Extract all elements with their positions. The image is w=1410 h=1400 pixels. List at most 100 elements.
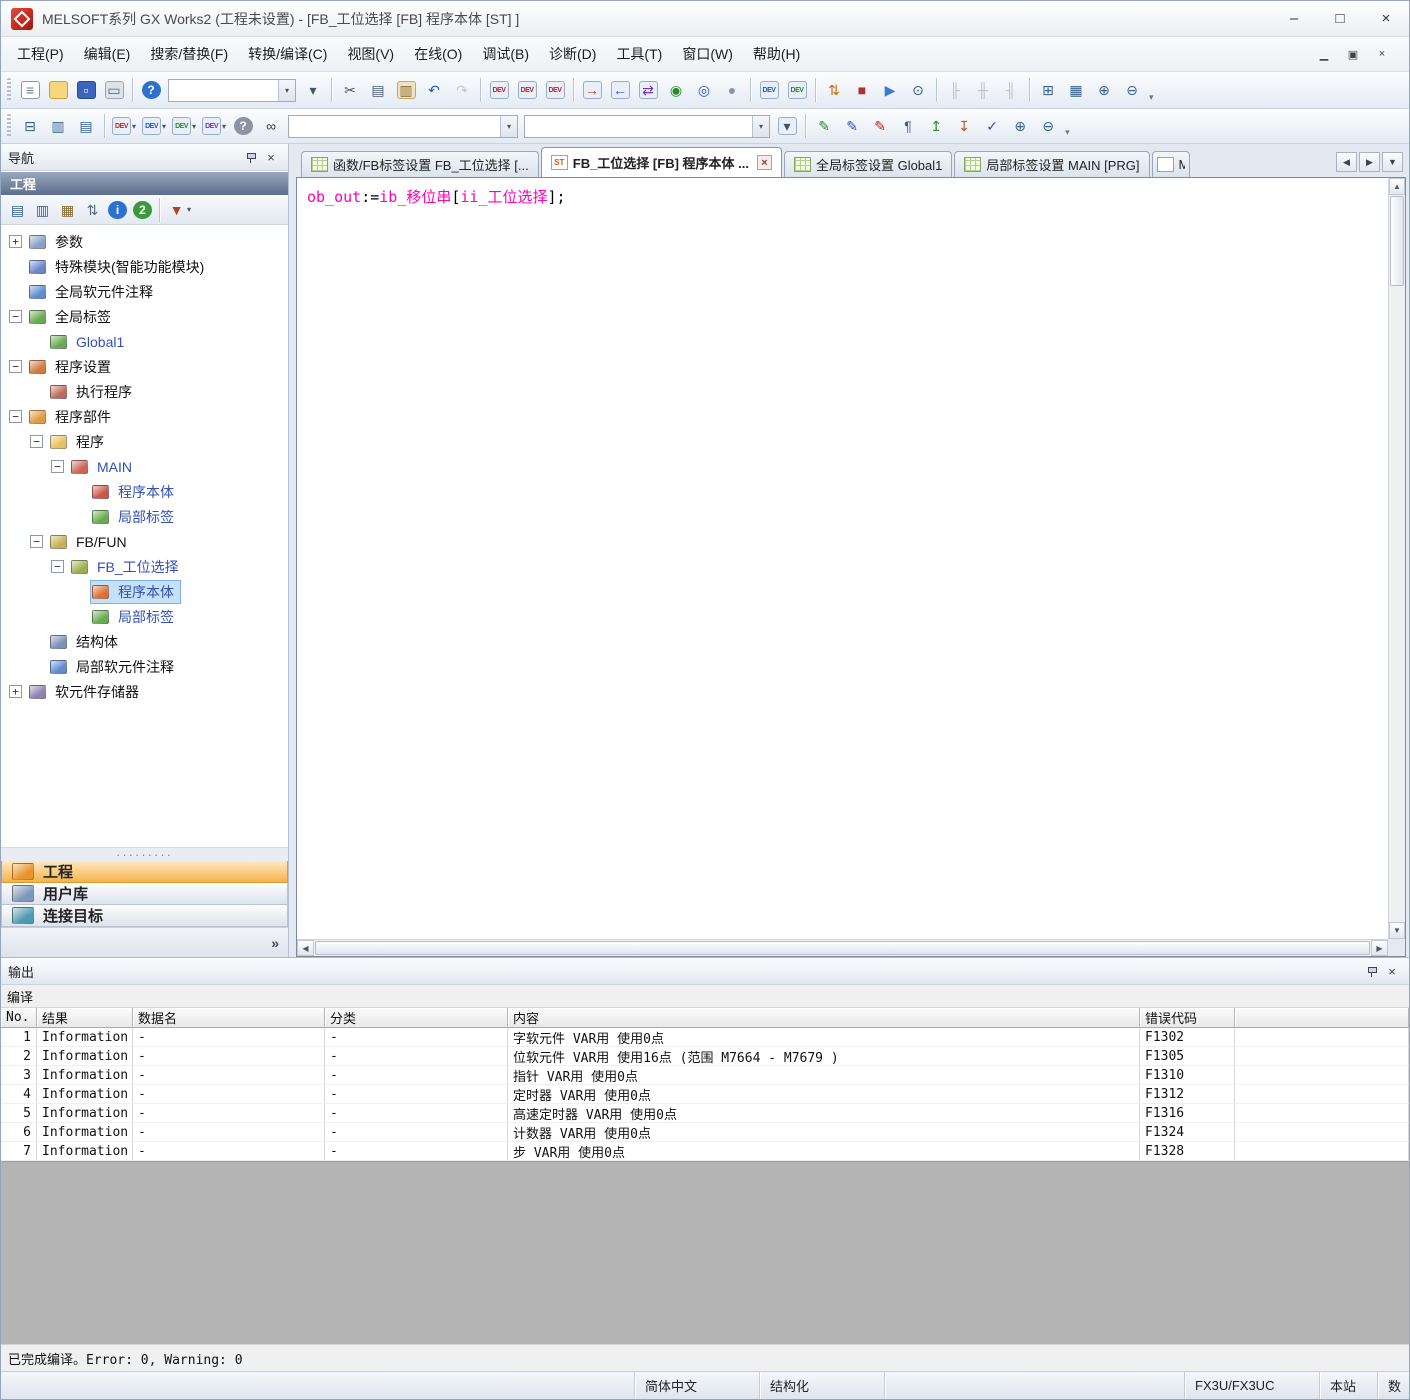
output-row[interactable]: 6Information--计数器 VAR用 使用0点F1324 — [1, 1123, 1409, 1142]
tree-item-main[interactable]: −MAIN — [1, 454, 288, 479]
tab-local-label-setting-main[interactable]: 局部标签设置 MAIN [PRG] — [954, 151, 1149, 177]
tab-list-icon[interactable]: ▼ — [1382, 152, 1403, 172]
scroll-left-icon[interactable]: ◀ — [297, 940, 314, 956]
monitor-mode-icon[interactable]: ◉ — [663, 77, 689, 103]
filter-icon[interactable]: ▼▾ — [165, 198, 193, 221]
tree-item-fb-station-select[interactable]: −FB_工位选择 — [1, 554, 288, 579]
st-editor[interactable]: ob_out:=ib_移位串[ii_工位选择]; ▲ ▼ ◀ ▶ — [296, 177, 1406, 957]
vertical-scrollbar[interactable]: ▲ ▼ — [1388, 178, 1405, 939]
list-display-icon[interactable]: ▦ — [1063, 77, 1089, 103]
find-target-combo[interactable]: ▾ — [288, 115, 518, 138]
column-header[interactable]: 错误代码 — [1140, 1008, 1235, 1028]
menu-item[interactable]: 帮助(H) — [743, 37, 810, 71]
tree-expand-icon[interactable]: − — [9, 360, 22, 373]
statement-edit-icon[interactable]: ✎ — [839, 113, 865, 139]
column-header[interactable]: 分类 — [325, 1008, 508, 1028]
tree-item-fb-local-label[interactable]: 局部标签 — [1, 604, 288, 629]
tree-item-main-program-body[interactable]: 程序本体 — [1, 479, 288, 504]
stop-monitoring-icon[interactable]: ■ — [849, 77, 875, 103]
output-close-icon[interactable]: × — [1382, 962, 1402, 980]
toolbar-overflow-icon[interactable]: ▾ — [1065, 127, 1070, 141]
column-header[interactable]: No. — [1, 1008, 37, 1028]
standard-toolbar-combo[interactable]: ▾ — [168, 79, 296, 102]
tree-item-global-device-comment[interactable]: 全局软元件注释 — [1, 279, 288, 304]
menu-item[interactable]: 编辑(E) — [74, 37, 141, 71]
comment-edit-icon[interactable]: ✎ — [811, 113, 837, 139]
horizontal-scroll-thumb[interactable] — [315, 941, 1370, 955]
project-revision-icon[interactable]: 2 — [131, 198, 154, 221]
tree-item-device-memory[interactable]: +软元件存储器 — [1, 679, 288, 704]
output-row[interactable]: 7Information--步 VAR用 使用0点F1328 — [1, 1142, 1409, 1161]
output-window-icon[interactable]: ▤ — [73, 113, 99, 139]
tree-expand-icon[interactable]: − — [51, 560, 64, 573]
screen-zoom-out-icon[interactable]: ⊖ — [1035, 113, 1061, 139]
output-row[interactable]: 4Information--定时器 VAR用 使用0点F1312 — [1, 1085, 1409, 1104]
watch-window-icon[interactable]: ⊙ — [905, 77, 931, 103]
column-header[interactable] — [1235, 1008, 1409, 1028]
navigation-window-icon[interactable]: ⊟ — [17, 113, 43, 139]
close-button[interactable]: × — [1363, 1, 1409, 36]
import-icon[interactable]: ↥ — [923, 113, 949, 139]
find-icon[interactable]: ∞ — [258, 113, 284, 139]
menu-item[interactable]: 工程(P) — [7, 37, 74, 71]
start-monitoring-icon[interactable]: ⇅ — [821, 77, 847, 103]
scroll-right-icon[interactable]: ▶ — [1371, 940, 1388, 956]
menu-item[interactable]: 诊断(D) — [539, 37, 606, 71]
tree-item-fb-program-body[interactable]: 程序本体 — [1, 579, 288, 604]
display-comment-icon[interactable]: ¶ — [895, 113, 921, 139]
new-data-icon[interactable]: ▤ — [6, 198, 29, 221]
find-keyword-combo[interactable]: ▾ — [524, 115, 770, 138]
tree-item-local-device-comment[interactable]: 局部软元件注释 — [1, 654, 288, 679]
new-project-icon[interactable]: ≡ — [17, 77, 43, 103]
horizontal-scrollbar[interactable]: ◀ ▶ — [297, 939, 1388, 956]
mdi-restore-button[interactable]: ▣ — [1340, 44, 1366, 65]
device-comment-read-icon[interactable]: DEV — [514, 77, 540, 103]
tree-item-program[interactable]: −程序 — [1, 429, 288, 454]
connection-destination-button[interactable]: 连接目标 — [1, 905, 288, 927]
toolbar-grip[interactable] — [7, 114, 11, 138]
toolbar-grip[interactable] — [7, 78, 11, 102]
tree-expand-icon[interactable]: − — [9, 310, 22, 323]
display-header-icon[interactable]: ⊞ — [1035, 77, 1061, 103]
zoom-out-icon[interactable]: ⊖ — [1119, 77, 1145, 103]
tree-expand-icon[interactable]: − — [30, 535, 43, 548]
tree-item-structured-data-types[interactable]: 结构体 — [1, 629, 288, 654]
device-use-list-icon[interactable]: DEV▾ — [110, 113, 138, 139]
copy-icon[interactable]: ▤ — [365, 77, 391, 103]
combo-dropdown-icon[interactable]: ▾ — [278, 80, 295, 101]
tree-item-main-local-label[interactable]: 局部标签 — [1, 504, 288, 529]
note-edit-icon[interactable]: ✎ — [867, 113, 893, 139]
vertical-splitter[interactable] — [289, 144, 296, 957]
tree-item-execution-program[interactable]: 执行程序 — [1, 379, 288, 404]
help-icon[interactable]: ? — [138, 77, 164, 103]
pause-monitoring-icon[interactable]: ▶ — [877, 77, 903, 103]
tree-item-pou[interactable]: −程序部件 — [1, 404, 288, 429]
browse-icon[interactable]: ▾ — [774, 113, 800, 139]
zoom-in-icon[interactable]: ⊕ — [1091, 77, 1117, 103]
cut-icon[interactable]: ✂ — [337, 77, 363, 103]
navigation-close-icon[interactable]: × — [261, 148, 281, 166]
property-icon[interactable]: i — [106, 198, 129, 221]
scroll-up-icon[interactable]: ▲ — [1389, 178, 1405, 195]
read-mode-icon[interactable]: ● — [719, 77, 745, 103]
tab-fb-program-body[interactable]: STFB_工位选择 [FB] 程序本体 ...× — [541, 147, 782, 177]
maximize-button[interactable]: □ — [1317, 1, 1363, 36]
mdi-minimize-button[interactable]: ▁ — [1311, 44, 1337, 65]
navigation-resize-grip[interactable]: ········· — [1, 848, 288, 861]
paste-icon[interactable]: ▥ — [393, 77, 419, 103]
combo-option-icon[interactable]: ▾ — [300, 77, 326, 103]
vertical-scroll-track[interactable] — [1389, 287, 1405, 922]
project-button[interactable]: 工程 — [1, 861, 288, 883]
combo-dropdown-icon[interactable]: ▾ — [752, 116, 769, 137]
tree-item-intelligent-function-module[interactable]: 特殊模块(智能功能模块) — [1, 254, 288, 279]
mdi-close-button[interactable]: × — [1369, 44, 1395, 65]
tab-scroll-left-icon[interactable]: ◀ — [1336, 152, 1357, 172]
tree-expand-icon[interactable]: + — [9, 235, 22, 248]
element-selection-window-icon[interactable]: ▥ — [45, 113, 71, 139]
tab-clipped[interactable]: M — [1152, 151, 1190, 177]
scroll-down-icon[interactable]: ▼ — [1389, 922, 1405, 939]
check-program-icon[interactable]: ✓ — [979, 113, 1005, 139]
minimize-button[interactable]: – — [1271, 1, 1317, 36]
vertical-scroll-thumb[interactable] — [1390, 196, 1404, 286]
undo-icon[interactable]: ↶ — [421, 77, 447, 103]
